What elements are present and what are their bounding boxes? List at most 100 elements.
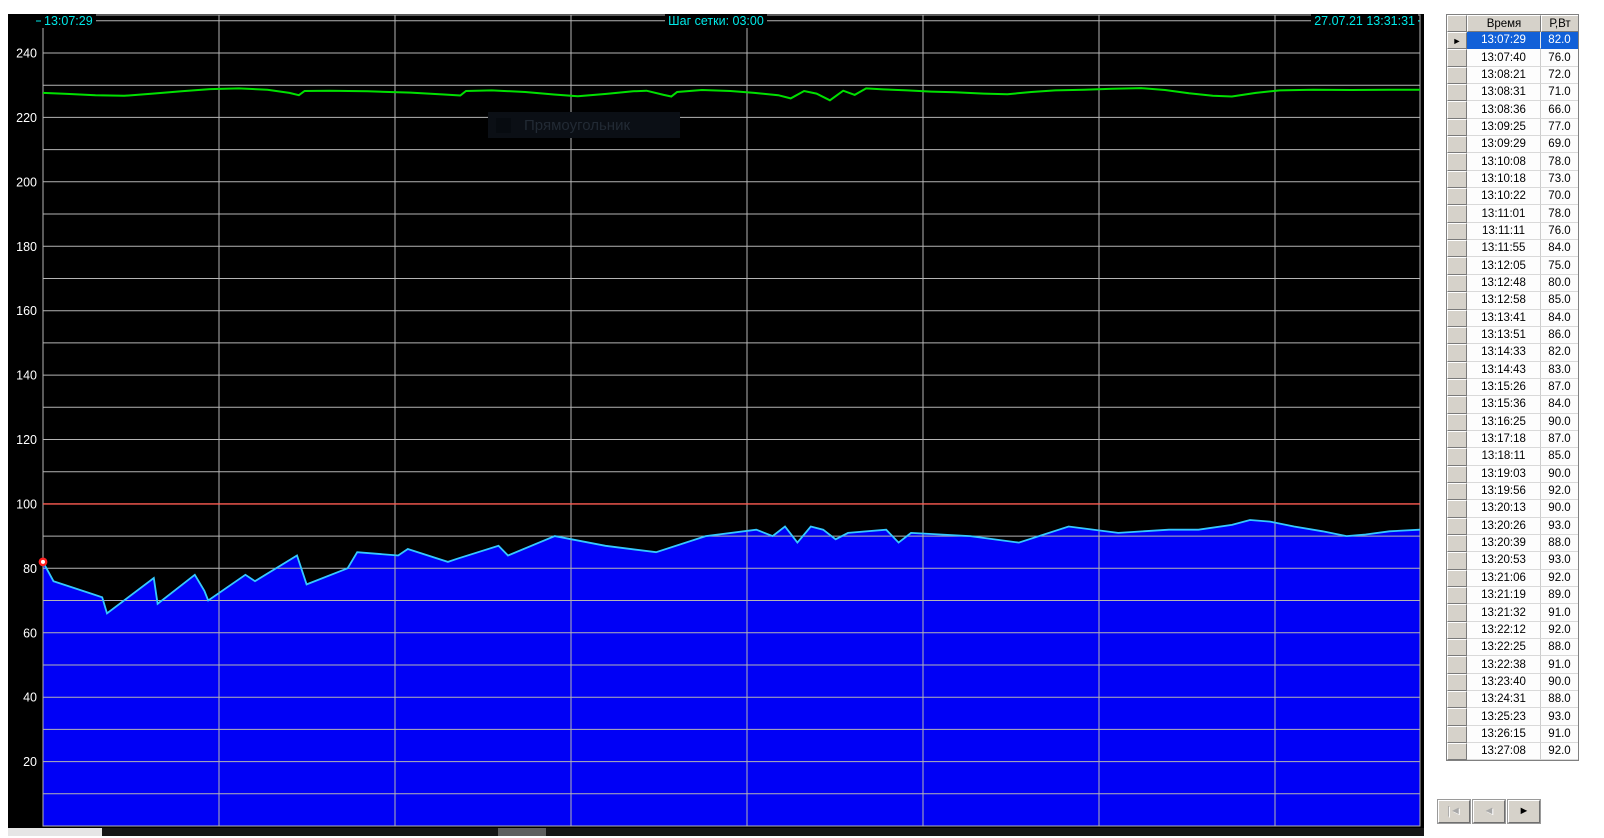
table-row[interactable]: 13:08:31 71.0 <box>1447 84 1578 102</box>
column-header-time[interactable]: Время <box>1467 15 1541 32</box>
y-axis-tick-label: 220 <box>16 111 37 125</box>
table-row[interactable]: 13:23:40 90.0 <box>1447 673 1578 692</box>
row-selector[interactable] <box>1447 448 1467 466</box>
table-row[interactable]: 13:15:26 87.0 <box>1447 378 1578 397</box>
time-cell: 13:15:26 <box>1467 378 1541 397</box>
table-row[interactable]: 13:22:25 88.0 <box>1447 639 1578 657</box>
previous-record-button[interactable]: ◄ <box>1472 799 1506 824</box>
row-selector[interactable] <box>1447 517 1467 535</box>
table-row[interactable]: 13:11:01 78.0 <box>1447 205 1578 223</box>
table-row[interactable]: 13:22:12 92.0 <box>1447 621 1578 640</box>
table-row[interactable]: 13:12:58 85.0 <box>1447 292 1578 310</box>
table-row[interactable]: 13:24:31 88.0 <box>1447 691 1578 709</box>
current-row-arrow-icon: ► <box>1452 35 1462 46</box>
row-selector[interactable] <box>1447 587 1467 605</box>
row-selector[interactable] <box>1447 153 1467 171</box>
horizontal-scrollbar[interactable] <box>8 828 1424 836</box>
table-row[interactable]: 13:10:22 70.0 <box>1447 188 1578 206</box>
row-selector[interactable] <box>1447 118 1467 137</box>
table-row[interactable]: 13:15:36 84.0 <box>1447 396 1578 414</box>
power-value-cell: 88.0 <box>1541 534 1578 553</box>
table-row[interactable]: 13:20:26 93.0 <box>1447 517 1578 535</box>
row-selector[interactable]: ► <box>1447 32 1467 50</box>
column-header-power[interactable]: Р,Вт <box>1541 15 1578 32</box>
row-selector[interactable] <box>1447 569 1467 587</box>
row-selector[interactable] <box>1447 552 1467 570</box>
table-row[interactable]: 13:25:23 93.0 <box>1447 708 1578 726</box>
table-row[interactable]: 13:21:32 91.0 <box>1447 604 1578 622</box>
power-value-cell: 82.0 <box>1541 32 1578 50</box>
row-selector[interactable] <box>1447 326 1467 345</box>
y-axis-tick-label: 20 <box>23 755 37 769</box>
row-selector[interactable] <box>1447 743 1467 761</box>
table-row[interactable]: 13:08:21 72.0 <box>1447 66 1578 85</box>
row-selector[interactable] <box>1447 188 1467 206</box>
row-selector[interactable] <box>1447 708 1467 726</box>
table-row[interactable]: 13:19:56 92.0 <box>1447 482 1578 501</box>
scrollbar-thumb[interactable] <box>8 828 102 836</box>
table-row[interactable]: 13:26:15 91.0 <box>1447 725 1578 744</box>
row-selector[interactable] <box>1447 84 1467 102</box>
table-row[interactable]: 13:14:43 83.0 <box>1447 361 1578 379</box>
table-row[interactable]: 13:21:19 89.0 <box>1447 587 1578 605</box>
table-row[interactable]: 13:08:36 66.0 <box>1447 101 1578 119</box>
row-selector[interactable] <box>1447 66 1467 85</box>
row-selector[interactable] <box>1447 482 1467 501</box>
row-selector[interactable] <box>1447 274 1467 293</box>
table-row[interactable]: 13:13:41 84.0 <box>1447 309 1578 327</box>
table-row[interactable]: 13:11:11 76.0 <box>1447 222 1578 241</box>
table-row[interactable]: 13:07:40 76.0 <box>1447 49 1578 67</box>
row-selector[interactable] <box>1447 465 1467 483</box>
row-selector[interactable] <box>1447 639 1467 657</box>
table-row[interactable]: 13:10:18 73.0 <box>1447 170 1578 189</box>
row-selector[interactable] <box>1447 240 1467 258</box>
row-selector[interactable] <box>1447 430 1467 449</box>
table-row[interactable]: 13:20:39 88.0 <box>1447 534 1578 553</box>
table-row[interactable]: 13:20:53 93.0 <box>1447 552 1578 570</box>
row-selector[interactable] <box>1447 396 1467 414</box>
table-row[interactable]: 13:16:25 90.0 <box>1447 413 1578 431</box>
row-selector[interactable] <box>1447 500 1467 518</box>
table-row[interactable]: 13:10:08 78.0 <box>1447 153 1578 171</box>
time-cell: 13:07:40 <box>1467 49 1541 67</box>
row-selector[interactable] <box>1447 673 1467 692</box>
row-selector[interactable] <box>1447 49 1467 67</box>
row-selector[interactable] <box>1447 361 1467 379</box>
row-selector[interactable] <box>1447 205 1467 223</box>
table-row[interactable]: 13:11:55 84.0 <box>1447 240 1578 258</box>
chart-canvas[interactable]: 20 40 60 80 100 120 140 160 180 200 220 240 <box>8 14 1424 836</box>
next-record-button[interactable]: ► <box>1507 799 1541 824</box>
row-selector[interactable] <box>1447 292 1467 310</box>
table-row[interactable]: 13:12:05 75.0 <box>1447 257 1578 275</box>
row-selector[interactable] <box>1447 604 1467 622</box>
row-selector[interactable] <box>1447 534 1467 553</box>
row-selector[interactable] <box>1447 222 1467 241</box>
table-row[interactable]: 13:13:51 86.0 <box>1447 326 1578 345</box>
row-selector[interactable] <box>1447 309 1467 327</box>
table-row[interactable]: 13:22:38 91.0 <box>1447 656 1578 674</box>
row-selector[interactable] <box>1447 101 1467 119</box>
row-selector[interactable] <box>1447 344 1467 362</box>
rectangle-icon <box>496 117 511 133</box>
table-row[interactable]: 13:27:08 92.0 <box>1447 743 1578 761</box>
table-row[interactable]: 13:09:29 69.0 <box>1447 136 1578 154</box>
row-selector[interactable] <box>1447 413 1467 431</box>
first-record-button[interactable]: |◄ <box>1437 799 1471 824</box>
table-row[interactable]: 13:17:18 87.0 <box>1447 430 1578 449</box>
table-row[interactable]: 13:12:48 80.0 <box>1447 274 1578 293</box>
table-row[interactable]: 13:14:33 82.0 <box>1447 344 1578 362</box>
table-row[interactable]: 13:20:13 90.0 <box>1447 500 1578 518</box>
table-row[interactable]: 13:09:25 77.0 <box>1447 118 1578 137</box>
row-selector[interactable] <box>1447 136 1467 154</box>
table-row[interactable]: 13:19:03 90.0 <box>1447 465 1578 483</box>
row-selector[interactable] <box>1447 378 1467 397</box>
row-selector[interactable] <box>1447 725 1467 744</box>
table-row[interactable]: ► 13:07:29 82.0 <box>1447 32 1578 50</box>
row-selector[interactable] <box>1447 621 1467 640</box>
row-selector[interactable] <box>1447 656 1467 674</box>
table-row[interactable]: 13:21:06 92.0 <box>1447 569 1578 587</box>
row-selector[interactable] <box>1447 691 1467 709</box>
table-row[interactable]: 13:18:11 85.0 <box>1447 448 1578 466</box>
row-selector[interactable] <box>1447 257 1467 275</box>
row-selector[interactable] <box>1447 170 1467 189</box>
